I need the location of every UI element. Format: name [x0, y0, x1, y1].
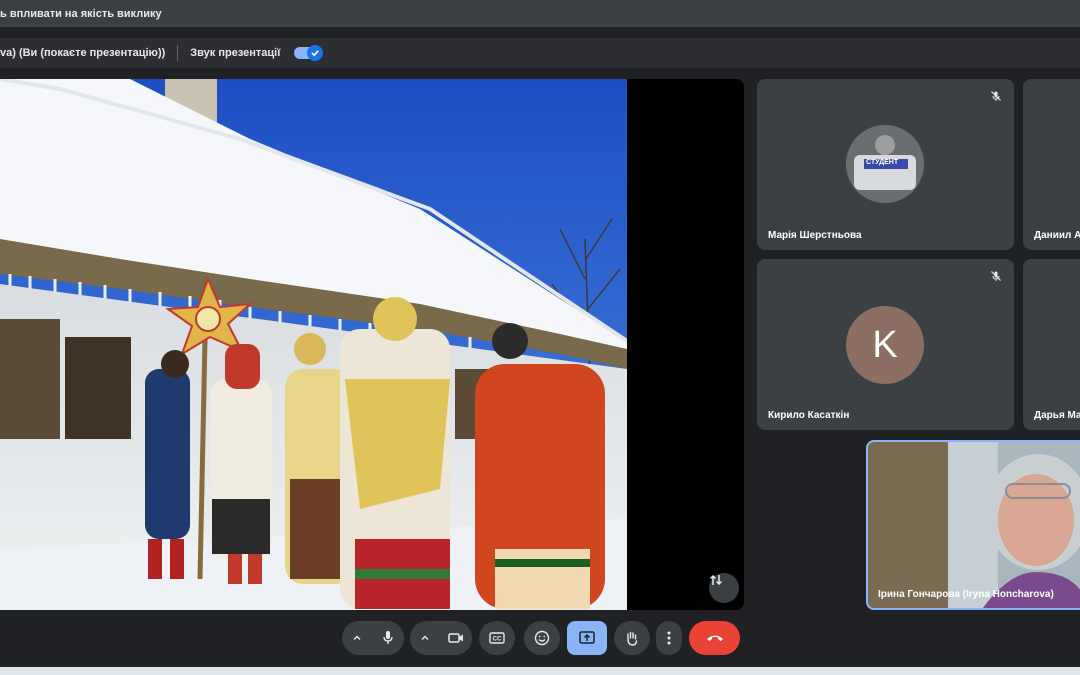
participant-name: Даниил А — [1034, 230, 1080, 241]
mic-control-group — [342, 621, 404, 655]
camera-options-button[interactable] — [410, 621, 439, 655]
emoji-icon — [534, 630, 550, 646]
camera-icon — [447, 633, 463, 643]
mic-off-icon — [987, 87, 1005, 105]
participant-tile[interactable]: Даниил А — [1023, 79, 1080, 250]
participant-tile[interactable]: K Кирило Касаткін — [757, 259, 1014, 430]
mic-options-button[interactable] — [342, 621, 371, 655]
raise-hand-icon — [627, 631, 638, 646]
avatar-sticker-text: СТУДЕНТ — [866, 159, 899, 166]
participant-name: Кирило Касаткін — [768, 410, 850, 421]
avatar: СТУДЕНТ — [846, 125, 924, 203]
self-video — [868, 442, 1080, 608]
participant-name: Дарья Ма — [1034, 410, 1080, 421]
presentation-stage — [0, 79, 744, 610]
divider — [177, 45, 179, 61]
end-call-icon — [706, 635, 723, 641]
captions-button[interactable]: CC — [479, 621, 515, 655]
camera-button[interactable] — [439, 621, 472, 655]
presentation-audio-toggle[interactable] — [294, 45, 324, 61]
mic-icon — [382, 631, 393, 644]
swap-layout-button[interactable] — [709, 573, 739, 603]
emoji-button[interactable] — [524, 621, 560, 655]
self-name: Ірина Гончарова (Iryna Honcharova) — [878, 589, 1054, 600]
avatar: K — [846, 306, 924, 384]
present-screen-icon — [579, 631, 595, 644]
more-options-button[interactable] — [656, 621, 682, 655]
captions-icon: CC — [489, 632, 505, 644]
participant-tile[interactable]: Дарья Ма — [1023, 259, 1080, 430]
present-button[interactable] — [567, 621, 607, 655]
presenter-text: va) (Ви (покаєте презентацію)) — [0, 47, 166, 59]
call-controls: CC — [0, 616, 1080, 662]
presentation-image — [0, 79, 744, 610]
svg-text:CC: CC — [493, 637, 502, 643]
mic-button[interactable] — [371, 621, 404, 655]
network-warning-bar: ь впливати на якість виклику — [0, 0, 1080, 27]
participant-name: Марія Шерстньова — [768, 230, 862, 241]
participant-tile[interactable]: СТУДЕНТ Марія Шерстньова — [757, 79, 1014, 250]
presentation-bar: va) (Ви (покаєте презентацію)) Звук през… — [0, 38, 1080, 68]
network-warning-text: ь впливати на якість виклику — [0, 7, 162, 20]
end-call-button[interactable] — [689, 621, 740, 655]
self-view-tile[interactable]: Ірина Гончарова (Iryna Honcharova) — [866, 440, 1080, 610]
mic-off-icon — [987, 267, 1005, 285]
chevron-up-icon — [421, 635, 429, 640]
os-taskbar — [0, 667, 1080, 675]
more-options-icon — [667, 631, 671, 645]
chevron-up-icon — [353, 635, 361, 640]
presentation-audio-label: Звук презентації — [190, 47, 281, 59]
avatar-letter: K — [872, 323, 898, 366]
camera-control-group — [410, 621, 472, 655]
check-icon — [307, 45, 324, 61]
swap-icon — [709, 574, 723, 586]
raise-hand-button[interactable] — [614, 621, 650, 655]
